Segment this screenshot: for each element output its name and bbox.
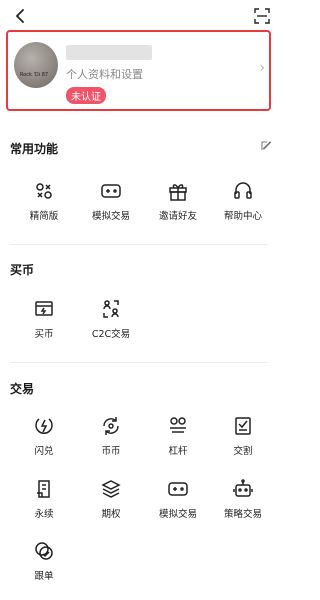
c2c-icon — [100, 298, 122, 320]
section-title-trade: 交易 — [10, 382, 35, 396]
edit-icon[interactable] — [260, 140, 272, 152]
menu-item-futures[interactable]: 交割 — [213, 415, 273, 457]
menu-item-label: 买币 — [34, 329, 54, 340]
perpetual-icon — [33, 478, 55, 500]
section-divider — [10, 362, 268, 363]
options-icon — [100, 478, 122, 500]
flash-icon — [33, 415, 55, 437]
menu-item-buy-coin[interactable]: 买币 — [14, 298, 74, 340]
lite-icon — [33, 180, 55, 202]
menu-item-label: 邀请好友 — [158, 211, 197, 222]
headset-icon — [232, 180, 254, 202]
menu-item-label: 交割 — [233, 446, 253, 457]
section-divider — [10, 244, 268, 245]
menu-item-c2c[interactable]: C2C交易 — [81, 298, 141, 340]
scan-icon[interactable] — [252, 6, 272, 26]
menu-item-label: 永续 — [34, 509, 54, 520]
menu-item-label: 策略交易 — [223, 509, 262, 520]
menu-item-label: 精简版 — [29, 211, 59, 222]
menu-item-help[interactable]: 帮助中心 — [213, 180, 273, 222]
swap-icon — [100, 415, 122, 437]
leverage-icon — [167, 415, 189, 437]
menu-item-spot[interactable]: 币币 — [81, 415, 141, 457]
top-bar — [0, 0, 278, 30]
menu-item-label: 帮助中心 — [223, 211, 262, 222]
menu-item-strategy[interactable]: 策略交易 — [213, 478, 273, 520]
menu-item-label: 币币 — [101, 446, 121, 457]
menu-item-options[interactable]: 期权 — [81, 478, 141, 520]
gift-icon — [167, 180, 189, 202]
section-title-buy: 买币 — [10, 263, 35, 277]
robot-icon — [232, 478, 254, 500]
menu-item-copy-trade[interactable]: 跟单 — [14, 540, 74, 582]
profile-card[interactable]: Rock 'Di 87 个人资料和设置 未认证 › — [6, 30, 271, 111]
menu-item-label: 杠杆 — [168, 446, 188, 457]
menu-item-label: 模拟交易 — [158, 509, 197, 520]
buy-coin-icon — [33, 298, 55, 320]
delivery-icon — [232, 415, 254, 437]
menu-item-label: 跟单 — [34, 571, 54, 582]
copy-trade-icon — [33, 540, 55, 562]
menu-item-label: 闪兑 — [34, 446, 54, 457]
menu-item-invite[interactable]: 邀请好友 — [148, 180, 208, 222]
section-title-common: 常用功能 — [10, 142, 59, 156]
avatar — [14, 42, 58, 88]
menu-item-lite[interactable]: 精简版 — [14, 180, 74, 222]
avatar-caption: Rock 'Di 87 — [20, 72, 49, 78]
menu-item-perpetual[interactable]: 永续 — [14, 478, 74, 520]
verification-badge[interactable]: 未认证 — [66, 87, 106, 104]
back-arrow-icon[interactable] — [10, 6, 30, 26]
menu-item-label: C2C交易 — [91, 329, 131, 340]
menu-item-demo-trade[interactable]: 模拟交易 — [81, 180, 141, 222]
menu-item-label: 期权 — [101, 509, 121, 520]
chevron-right-icon: › — [259, 60, 265, 76]
menu-item-margin[interactable]: 杠杆 — [148, 415, 208, 457]
menu-item-demo-trade-2[interactable]: 模拟交易 — [148, 478, 208, 520]
profile-subtitle: 个人资料和设置 — [66, 68, 143, 81]
menu-item-label: 模拟交易 — [91, 211, 130, 222]
username-blurred — [66, 45, 152, 60]
gamepad-icon — [100, 180, 122, 202]
gamepad-icon — [167, 478, 189, 500]
menu-item-flash[interactable]: 闪兑 — [14, 415, 74, 457]
